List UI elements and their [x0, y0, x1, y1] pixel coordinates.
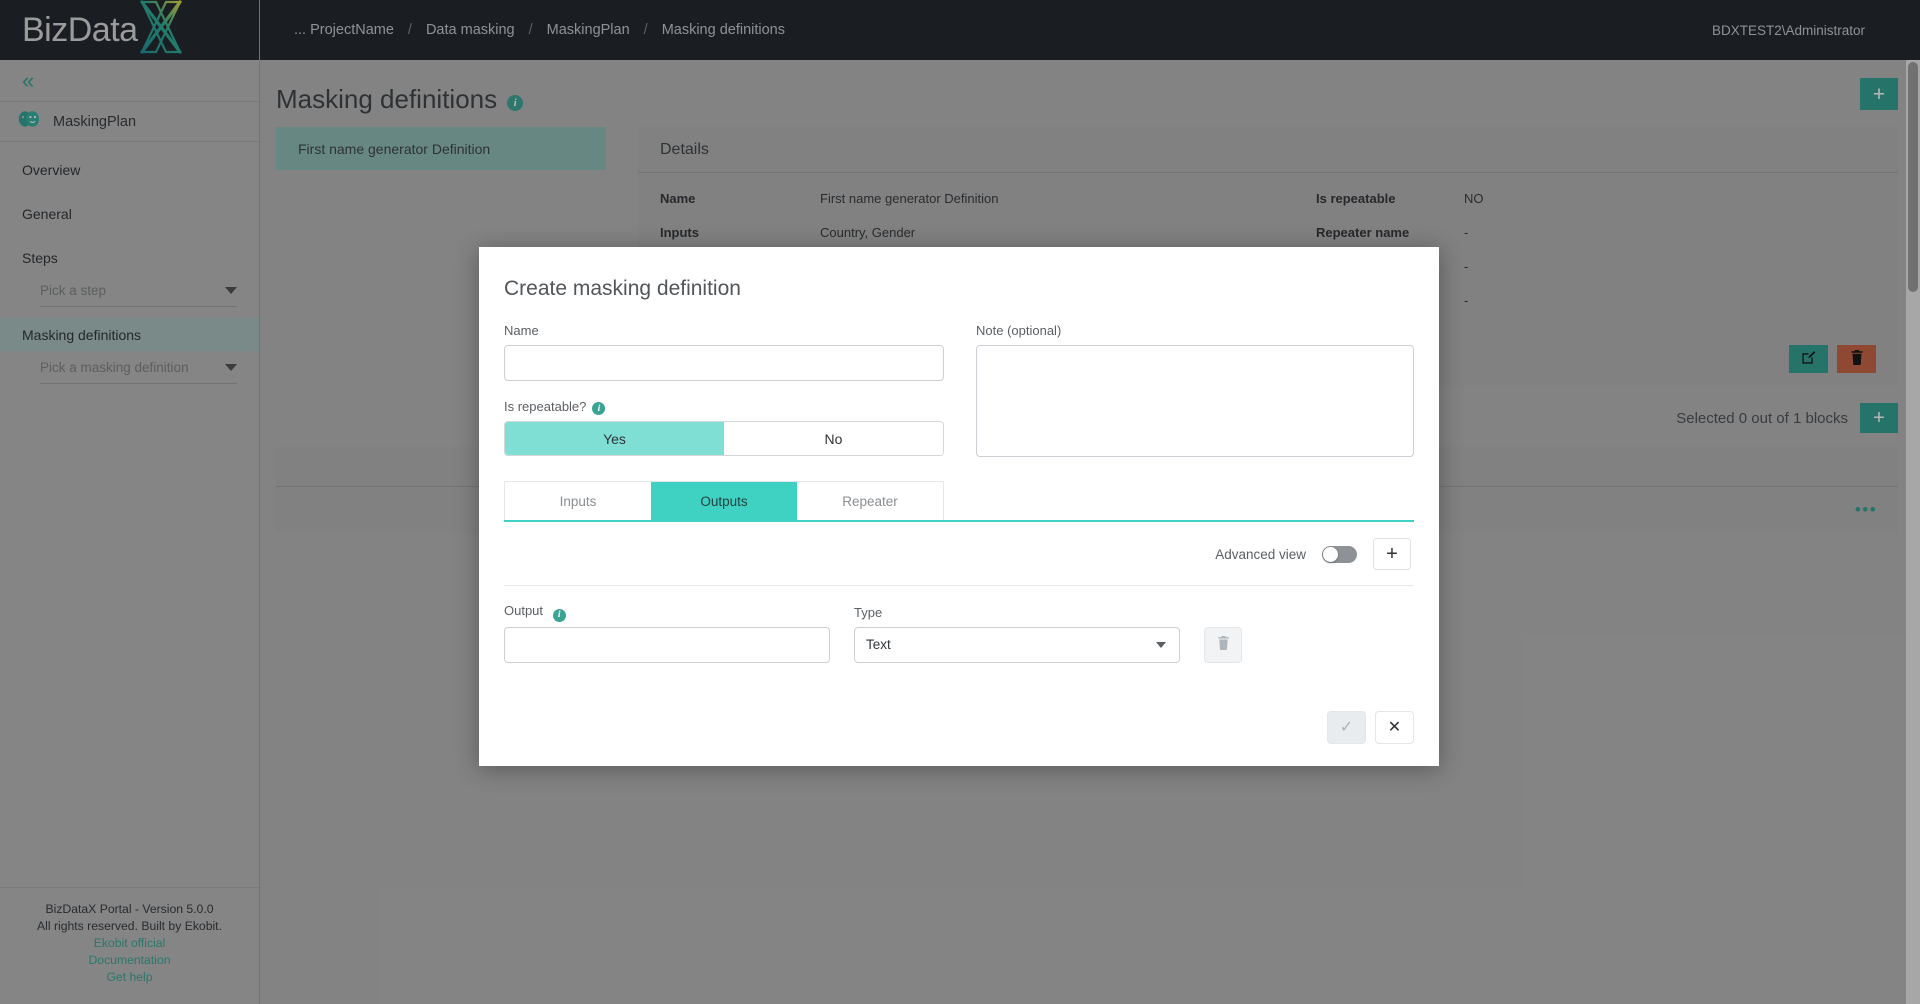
advanced-view-toggle[interactable]: [1322, 545, 1357, 563]
type-field-group: Type Text: [854, 605, 1180, 663]
advanced-view-label: Advanced view: [1215, 546, 1306, 562]
dialog-actions: ✓ ✕: [504, 663, 1414, 744]
chevron-down-icon: [1156, 641, 1166, 648]
tab-outputs[interactable]: Outputs: [651, 482, 797, 520]
note-textarea[interactable]: [976, 345, 1414, 457]
output-input[interactable]: [504, 626, 830, 663]
note-field-label: Note (optional): [976, 323, 1062, 338]
is-repeatable-toggle-group: Yes No: [504, 421, 944, 456]
output-field-group: Output i: [504, 603, 830, 663]
info-icon[interactable]: i: [552, 608, 566, 622]
is-repeatable-label: Is repeatable? i: [504, 399, 944, 415]
dialog-form-top: Name Is repeatable? i Yes No Inputs Outp…: [504, 323, 1414, 520]
outputs-toolbar: Advanced view +: [504, 522, 1414, 586]
cancel-button[interactable]: ✕: [1375, 710, 1414, 744]
toggle-knob: [1323, 546, 1338, 562]
tab-inputs[interactable]: Inputs: [505, 482, 651, 520]
confirm-button[interactable]: ✓: [1327, 710, 1366, 744]
note-field-group: Note (optional): [976, 323, 1414, 520]
output-field-label-text: Output: [504, 603, 544, 618]
is-repeatable-label-text: Is repeatable?: [504, 399, 587, 414]
dialog-tabs: Inputs Outputs Repeater: [504, 481, 944, 520]
is-repeatable-no-button[interactable]: No: [724, 422, 943, 455]
output-field-label: Output i: [504, 603, 830, 622]
name-field-group: Name Is repeatable? i Yes No Inputs Outp…: [504, 323, 944, 520]
dialog-title: Create masking definition: [504, 277, 741, 300]
is-repeatable-yes-button[interactable]: Yes: [505, 422, 724, 455]
close-icon: ✕: [1387, 719, 1402, 736]
check-icon: ✓: [1339, 719, 1354, 736]
add-output-button[interactable]: +: [1373, 538, 1411, 570]
trash-icon: [1217, 636, 1230, 653]
tab-repeater[interactable]: Repeater: [797, 482, 943, 520]
type-field-label: Type: [854, 604, 883, 620]
create-masking-definition-dialog: Create masking definition Name Is repeat…: [479, 247, 1439, 766]
name-input[interactable]: [504, 345, 944, 381]
info-icon[interactable]: i: [592, 402, 606, 415]
delete-output-button[interactable]: [1204, 626, 1242, 663]
type-select[interactable]: Text: [854, 626, 1180, 663]
name-field-label: Name: [504, 323, 539, 338]
type-select-value: Text: [866, 637, 891, 652]
output-row: Output i Type Text: [504, 586, 1414, 663]
